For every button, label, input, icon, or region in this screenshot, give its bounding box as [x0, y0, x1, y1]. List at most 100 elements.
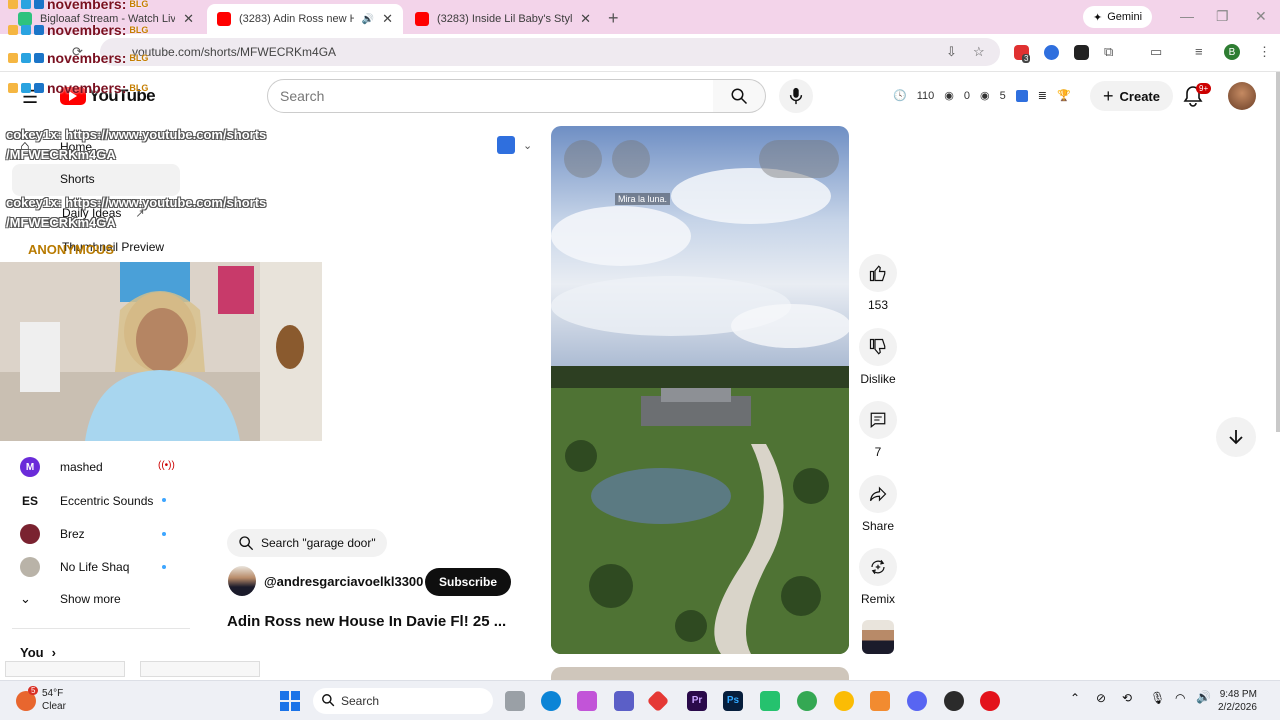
comments-button[interactable]: 7 — [858, 401, 898, 459]
account-avatar[interactable] — [1228, 82, 1256, 110]
stream-alert: novembers: BLG — [8, 80, 148, 96]
premiere-pro-icon[interactable]: Pr — [687, 691, 707, 711]
create-button[interactable]: + Create — [1090, 81, 1173, 111]
sidebar-show-more[interactable]: ⌄ Show more — [20, 591, 121, 607]
media-controls-icon[interactable]: ≡ — [1195, 44, 1203, 59]
wifi-icon[interactable]: ◠ — [1175, 691, 1185, 705]
alert-icon — [8, 0, 18, 9]
show-more-label: Show more — [60, 592, 121, 606]
chevron-right-icon: › — [51, 645, 56, 660]
chrome-profile-icon[interactable] — [797, 691, 817, 711]
iq-dropdown[interactable]: ⌄ — [497, 136, 532, 154]
window-close-icon[interactable]: ✕ — [1255, 8, 1267, 25]
page-scrollbar[interactable] — [1276, 72, 1280, 432]
player-controls-pill[interactable] — [759, 140, 839, 178]
tab-lil-baby[interactable]: (3283) Inside Lil Baby's Stylish A ✕ — [405, 4, 601, 34]
sidebar-subscription-mashed[interactable]: M mashed — [20, 457, 103, 477]
copilot-icon[interactable] — [577, 691, 597, 711]
dislike-button[interactable]: Dislike — [856, 328, 900, 386]
sidebar-subscription-brez[interactable]: Brez — [20, 524, 85, 544]
taskbar-search[interactable]: Search — [313, 688, 493, 714]
volume-button[interactable] — [612, 140, 650, 178]
extensions-puzzle-icon[interactable]: ⧉ — [1104, 44, 1113, 60]
close-tab-icon[interactable]: ✕ — [183, 11, 194, 27]
profile-avatar[interactable]: B — [1224, 44, 1240, 60]
plus-icon: + — [1103, 85, 1114, 106]
sidepanel-icon[interactable]: ▭ — [1150, 44, 1162, 60]
address-bar[interactable]: youtube.com/shorts/MFWECRKm4GA — [100, 38, 1000, 66]
next-video-button[interactable] — [1216, 417, 1256, 457]
alert-tag: BLG — [129, 83, 149, 93]
sidebar-you-section[interactable]: You › — [20, 645, 56, 660]
search-icon — [321, 693, 335, 710]
chrome-icon[interactable] — [834, 691, 854, 711]
alert-icon — [8, 25, 18, 35]
extension-icon[interactable] — [1044, 45, 1059, 60]
related-search-chip[interactable]: Search "garage door" — [227, 529, 387, 557]
video-title[interactable]: Adin Ross new House In Davie Fl! 25 ... — [227, 613, 506, 630]
video-frame — [551, 168, 849, 654]
share-button[interactable]: Share — [858, 475, 898, 533]
remix-button[interactable]: Remix — [858, 548, 898, 606]
discord-icon[interactable] — [907, 691, 927, 711]
system-clock[interactable]: 9:48 PM 2/2/2026 — [1218, 688, 1257, 714]
speaker-icon[interactable]: 🔊 — [362, 14, 374, 25]
like-button[interactable]: 153 — [858, 254, 898, 312]
microphone-icon[interactable]: 🎙 — [1150, 691, 1165, 705]
sidebar-subscription-no-life-shaq[interactable]: No Life Shaq — [20, 557, 129, 577]
tab-adin-ross-house[interactable]: (3283) Adin Ross new Hous 🔊 ✕ — [207, 4, 403, 34]
chevron-down-icon: ⌄ — [20, 591, 31, 606]
search-button[interactable] — [713, 79, 766, 113]
search-input[interactable]: Search — [267, 79, 714, 113]
weather-widget[interactable]: 54°F Clear — [42, 687, 66, 713]
task-view-icon[interactable] — [505, 691, 525, 711]
bookmark-star-icon[interactable]: ☆ — [973, 44, 985, 60]
stat-value: 0 — [963, 89, 970, 102]
sidebar-subscription-eccentric-sounds[interactable]: ES Eccentric Sounds — [20, 491, 153, 511]
app-icon[interactable] — [646, 689, 670, 713]
sync-icon[interactable]: ⟲ — [1122, 691, 1132, 705]
play-pause-button[interactable] — [564, 140, 602, 178]
you-label: You — [20, 645, 44, 660]
alert-text: novembers: — [47, 50, 127, 66]
eye-stat-icon: ◉ — [944, 90, 954, 102]
new-content-dot — [162, 498, 166, 502]
browser-tab-strip: Bigloaaf Stream - Watch Live o ✕ (3283) … — [0, 0, 1280, 34]
opera-icon[interactable] — [980, 691, 1000, 711]
subscribe-button[interactable]: Subscribe — [425, 568, 512, 596]
chevron-up-icon[interactable]: ⌃ — [1070, 691, 1080, 705]
queue-icon[interactable]: ≣ — [1038, 89, 1047, 102]
volume-icon[interactable]: 🔊 — [1196, 690, 1211, 704]
obs-icon[interactable] — [944, 691, 964, 711]
install-app-icon[interactable]: ⇩ — [946, 44, 957, 60]
edge-icon[interactable] — [541, 691, 561, 711]
alert-tag: BLG — [129, 53, 149, 63]
voice-search-button[interactable] — [779, 79, 813, 113]
channel-handle: @andresgarciavoelkl3300 — [264, 573, 424, 589]
app-icon[interactable] — [760, 691, 780, 711]
tray-icon[interactable]: ⊘ — [1096, 691, 1106, 705]
photoshop-icon[interactable]: Ps — [723, 691, 743, 711]
tab-title: (3283) Inside Lil Baby's Stylish A — [437, 13, 573, 25]
minimize-icon[interactable]: — — [1180, 8, 1194, 24]
maximize-icon[interactable]: ❐ — [1216, 8, 1229, 25]
app-icon[interactable] — [870, 691, 890, 711]
channel-info[interactable]: @andresgarciavoelkl3300 — [228, 566, 423, 596]
iq-icon[interactable] — [1015, 89, 1028, 102]
close-tab-icon[interactable]: ✕ — [382, 11, 393, 27]
browser-menu-icon[interactable]: ⋮ — [1258, 44, 1271, 60]
chevron-down-icon: ⌄ — [523, 139, 533, 152]
gemini-button[interactable]: ✦ Gemini — [1083, 6, 1153, 28]
sidebar-item-shorts[interactable]: Shorts — [20, 172, 95, 186]
arrow-down-icon — [1229, 430, 1243, 445]
remix-icon — [859, 548, 897, 586]
new-tab-button[interactable]: + — [608, 8, 619, 29]
teams-icon[interactable] — [614, 691, 634, 711]
search-chip-label: Search "garage door" — [261, 536, 376, 550]
shorts-video-player[interactable] — [551, 126, 849, 654]
close-tab-icon[interactable]: ✕ — [580, 11, 591, 27]
extension-icon[interactable] — [1074, 45, 1089, 60]
windows-start-icon[interactable] — [280, 691, 300, 711]
channel-thumbnail[interactable] — [862, 620, 894, 654]
trophy-icon[interactable]: 🏆 — [1057, 89, 1071, 102]
